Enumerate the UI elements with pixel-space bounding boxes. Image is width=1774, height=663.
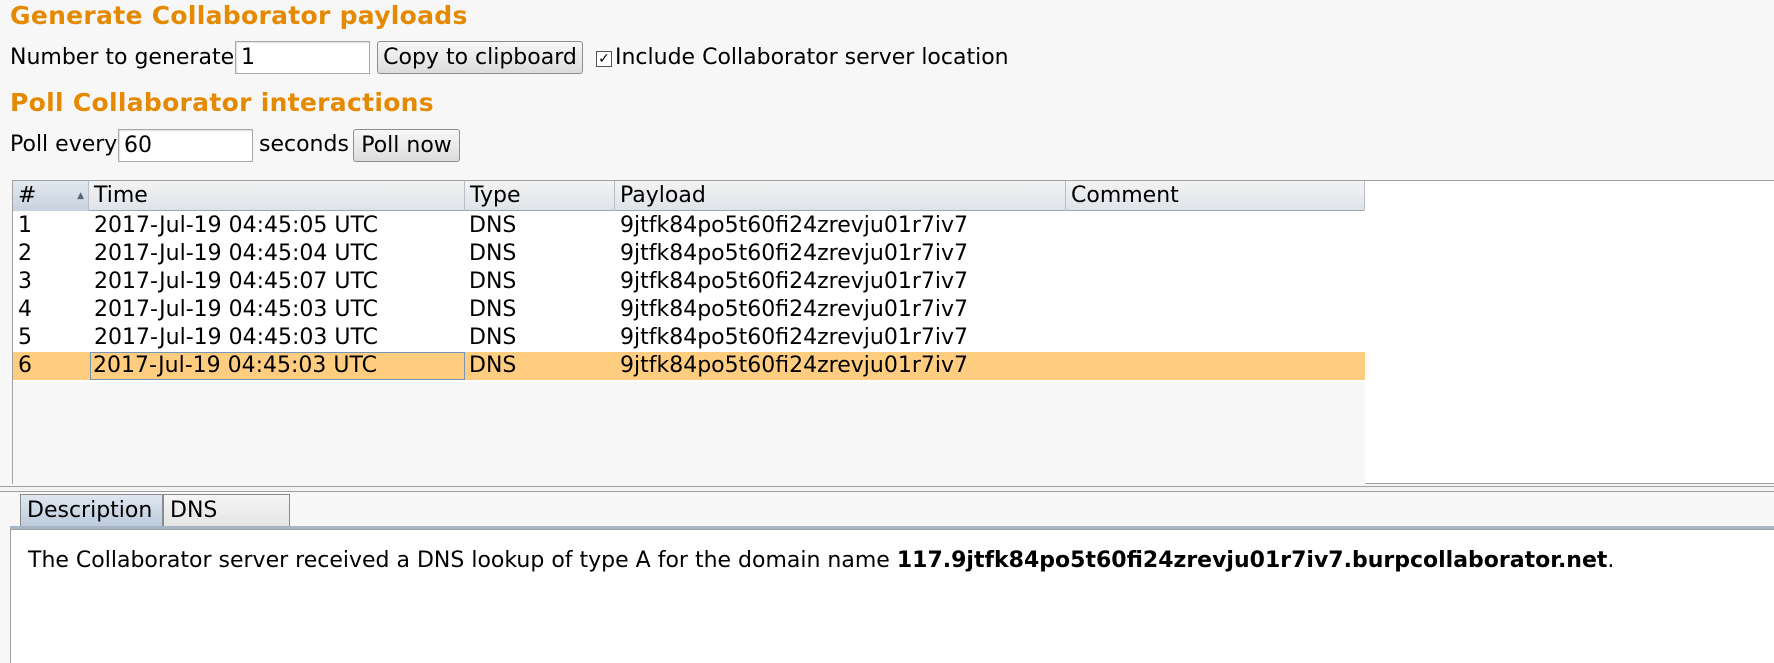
generate-payloads-heading: Generate Collaborator payloads <box>10 1 468 30</box>
row-comment <box>1069 240 1071 268</box>
column-header-comment[interactable]: Comment <box>1066 181 1365 211</box>
row-time: 2017-Jul-19 04:45:03 UTC <box>94 325 379 350</box>
row-time: 2017-Jul-19 04:45:05 UTC <box>94 213 379 238</box>
row-number: 4 <box>18 297 32 322</box>
table-row[interactable]: 3 2017-Jul-19 04:45:07 UTC DNS 9jtfk84po… <box>13 268 1365 296</box>
table-row[interactable]: 5 2017-Jul-19 04:45:03 UTC DNS 9jtfk84po… <box>13 324 1365 352</box>
description-domain: 117.9jtfk84po5t60fi24zrevju01r7iv7.burpc… <box>896 548 1608 573</box>
row-type: DNS <box>469 213 517 238</box>
interactions-table[interactable]: # ▲ Time Type Payload Comment 1 2017-Jul… <box>12 180 1774 484</box>
checkmark-icon: ✓ <box>598 51 610 67</box>
column-header-time[interactable]: Time <box>89 181 465 211</box>
row-number: 2 <box>18 241 32 266</box>
row-number: 5 <box>18 325 32 350</box>
table-empty-area <box>13 382 1365 484</box>
column-header-label: # <box>18 183 37 208</box>
row-number: 6 <box>18 353 32 378</box>
tab-dns-query[interactable]: DNS query <box>163 494 290 554</box>
table-row[interactable]: 1 2017-Jul-19 04:45:05 UTC DNS 9jtfk84po… <box>13 212 1365 240</box>
row-comment <box>1069 352 1071 380</box>
row-type: DNS <box>469 241 517 266</box>
table-row-selected[interactable]: 6 2017-Jul-19 04:45:03 UTC DNS 9jtfk84po… <box>13 352 1365 380</box>
sort-ascending-icon: ▲ <box>77 191 84 201</box>
description-text: The Collaborator server received a DNS l… <box>28 548 1614 573</box>
row-comment <box>1069 268 1071 296</box>
row-comment <box>1069 324 1071 352</box>
row-number: 3 <box>18 269 32 294</box>
description-panel: The Collaborator server received a DNS l… <box>10 529 1774 663</box>
row-type: DNS <box>469 297 517 322</box>
column-header-payload[interactable]: Payload <box>615 181 1066 211</box>
seconds-label: seconds <box>259 132 349 157</box>
row-type: DNS <box>469 325 517 350</box>
row-time: 2017-Jul-19 04:45:04 UTC <box>94 241 379 266</box>
row-type: DNS <box>469 269 517 294</box>
poll-interval-input[interactable] <box>118 129 253 162</box>
number-to-generate-input[interactable] <box>235 41 370 74</box>
row-payload: 9jtfk84po5t60fi24zrevju01r7iv7 <box>620 297 968 322</box>
include-location-label: Include Collaborator server location <box>615 45 1009 70</box>
row-time: 2017-Jul-19 04:45:03 UTC <box>94 297 379 322</box>
tab-description[interactable]: Description <box>20 494 163 527</box>
table-header: # ▲ Time Type Payload Comment <box>13 181 1365 211</box>
row-type: DNS <box>469 353 517 378</box>
number-to-generate-label: Number to generate: <box>10 45 242 70</box>
row-payload: 9jtfk84po5t60fi24zrevju01r7iv7 <box>620 241 968 266</box>
row-payload: 9jtfk84po5t60fi24zrevju01r7iv7 <box>620 269 968 294</box>
row-payload: 9jtfk84po5t60fi24zrevju01r7iv7 <box>620 325 968 350</box>
poll-interactions-heading: Poll Collaborator interactions <box>10 88 434 117</box>
row-payload: 9jtfk84po5t60fi24zrevju01r7iv7 <box>620 353 968 378</box>
column-header-type[interactable]: Type <box>465 181 615 211</box>
include-location-checkbox[interactable]: ✓ <box>596 51 612 67</box>
description-suffix: . <box>1607 548 1615 573</box>
table-row[interactable]: 4 2017-Jul-19 04:45:03 UTC DNS 9jtfk84po… <box>13 296 1365 324</box>
row-payload: 9jtfk84po5t60fi24zrevju01r7iv7 <box>620 213 968 238</box>
row-comment <box>1069 296 1071 324</box>
poll-now-button[interactable]: Poll now <box>353 129 460 162</box>
row-comment <box>1069 212 1071 240</box>
row-time: 2017-Jul-19 04:45:07 UTC <box>94 269 379 294</box>
column-header-number[interactable]: # ▲ <box>13 181 89 211</box>
description-prefix: The Collaborator server received a DNS l… <box>28 548 897 573</box>
table-row[interactable]: 2 2017-Jul-19 04:45:04 UTC DNS 9jtfk84po… <box>13 240 1365 268</box>
copy-to-clipboard-button[interactable]: Copy to clipboard <box>377 41 583 74</box>
detail-tab-bar: Description DNS query <box>10 492 1774 554</box>
row-number: 1 <box>18 213 32 238</box>
poll-every-label: Poll every <box>10 132 118 157</box>
row-time: 2017-Jul-19 04:45:03 UTC <box>90 352 465 380</box>
